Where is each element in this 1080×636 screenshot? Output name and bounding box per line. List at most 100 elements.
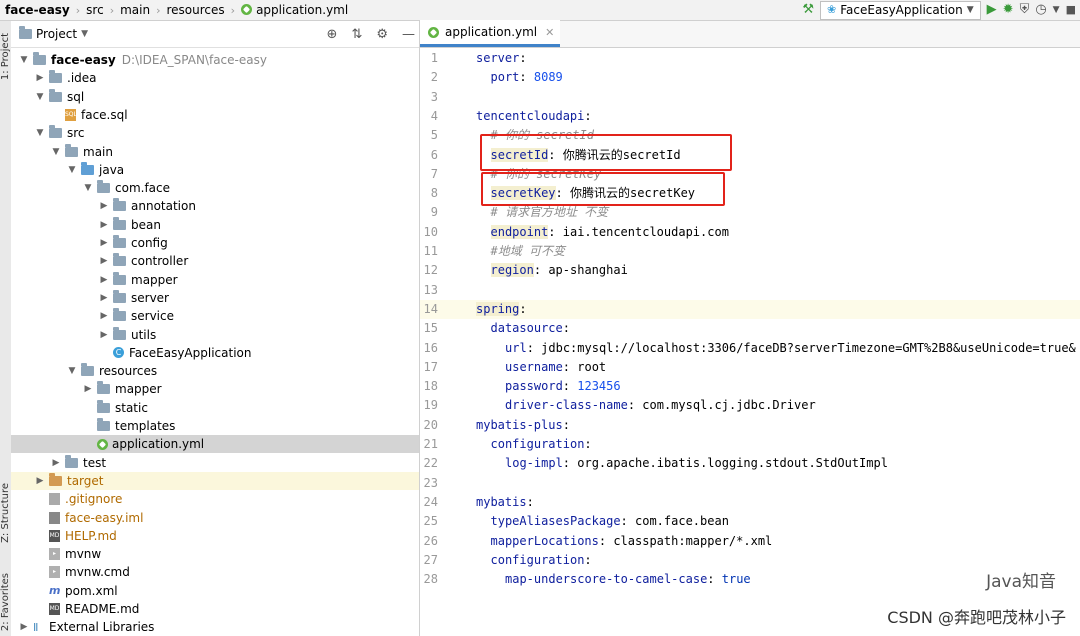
- tree-item[interactable]: m pom.xml: [11, 582, 419, 600]
- chevron-down-icon[interactable]: ▼: [67, 366, 77, 376]
- chevron-right-icon[interactable]: ▶: [99, 330, 109, 340]
- chevron-down-icon[interactable]: ▼: [51, 147, 61, 157]
- locate-target-icon[interactable]: ⊕: [327, 27, 338, 42]
- breadcrumb-item[interactable]: main: [117, 3, 153, 17]
- tree-item[interactable]: ▼ com.face: [11, 179, 419, 197]
- tree-item[interactable]: SQL face.sql: [11, 106, 419, 124]
- code-line[interactable]: 23: [420, 474, 1080, 493]
- tree-item[interactable]: templates: [11, 417, 419, 435]
- code-line[interactable]: 22 log-impl: org.apache.ibatis.logging.st…: [420, 454, 1080, 473]
- tree-item[interactable]: static: [11, 399, 419, 417]
- chevron-right-icon[interactable]: ▶: [99, 256, 109, 266]
- tree-item[interactable]: MD HELP.md: [11, 527, 419, 545]
- chevron-right-icon[interactable]: ▶: [99, 293, 109, 303]
- chevron-down-icon[interactable]: ▼: [67, 165, 77, 175]
- tree-item[interactable]: ▼ src: [11, 124, 419, 142]
- code-line[interactable]: 21 configuration:: [420, 435, 1080, 454]
- tree-item[interactable]: ▶ service: [11, 307, 419, 325]
- code-line[interactable]: 26 mapperLocations: classpath:mapper/*.xm…: [420, 532, 1080, 551]
- tree-item[interactable]: ▶ test: [11, 454, 419, 472]
- gear-icon[interactable]: ⚙: [376, 27, 388, 42]
- tree-item[interactable]: ▶ annotation: [11, 197, 419, 215]
- collapse-all-icon[interactable]: ⇅: [351, 27, 362, 42]
- favorites-side-tab[interactable]: 2: Favorites: [0, 573, 11, 631]
- chevron-right-icon[interactable]: ▶: [99, 238, 109, 248]
- tree-item[interactable]: ▶ controller: [11, 252, 419, 270]
- tree-item[interactable]: ▸ mvnw.cmd: [11, 563, 419, 581]
- build-hammer-icon[interactable]: ⚒: [802, 2, 814, 18]
- close-icon[interactable]: ✕: [545, 26, 554, 39]
- chevron-right-icon[interactable]: ▶: [83, 384, 93, 394]
- tree-item[interactable]: C FaceEasyApplication: [11, 344, 419, 362]
- tree-item[interactable]: ▶ Ⅱ External Libraries: [11, 618, 419, 636]
- code-line[interactable]: 14 spring:: [420, 299, 1080, 319]
- run-icon[interactable]: ▶: [987, 2, 997, 18]
- chevron-down-icon[interactable]: ▼: [19, 55, 29, 65]
- tree-item[interactable]: ▶ mapper: [11, 380, 419, 398]
- tree-item[interactable]: ▶ server: [11, 289, 419, 307]
- code-line[interactable]: 18 password: 123456: [420, 377, 1080, 396]
- code-line[interactable]: 12 region: ap-shanghai: [420, 261, 1080, 280]
- folder-icon: [113, 198, 126, 212]
- code-line[interactable]: 20 mybatis-plus:: [420, 416, 1080, 435]
- coverage-icon[interactable]: ⛨: [1020, 2, 1030, 18]
- code-line[interactable]: 17 username: root: [420, 358, 1080, 377]
- folder-icon: [97, 418, 110, 431]
- chevron-right-icon[interactable]: ▶: [35, 73, 45, 83]
- chevron-right-icon[interactable]: ▶: [99, 275, 109, 285]
- chevron-right-icon[interactable]: ▶: [35, 476, 45, 486]
- chevron-right-icon[interactable]: ▶: [51, 458, 61, 468]
- code-line[interactable]: 13: [420, 281, 1080, 300]
- tree-item[interactable]: ▼ main: [11, 143, 419, 161]
- code-line[interactable]: 16 url: jdbc:mysql://localhost:3306/faceD…: [420, 339, 1080, 358]
- tree-item[interactable]: application.yml: [11, 435, 419, 454]
- chevron-right-icon[interactable]: ▶: [99, 311, 109, 321]
- code-line[interactable]: 10 endpoint: iai.tencentcloudapi.com: [420, 223, 1080, 242]
- tree-item[interactable]: ▸ mvnw: [11, 545, 419, 563]
- tree-item[interactable]: ▶ mapper: [11, 271, 419, 289]
- tree-item[interactable]: face-easy.iml: [11, 509, 419, 527]
- profile-icon[interactable]: ◷: [1035, 2, 1046, 18]
- tab-application-yml[interactable]: application.yml ✕: [420, 20, 561, 47]
- chevron-down-icon[interactable]: ▼: [35, 92, 45, 102]
- tree-item[interactable]: ▶ bean: [11, 216, 419, 234]
- chevron-right-icon[interactable]: ▶: [19, 622, 29, 632]
- code-text: mybatis:: [476, 493, 534, 512]
- code-line[interactable]: 19 driver-class-name: com.mysql.cj.jdbc.D…: [420, 396, 1080, 415]
- code-line[interactable]: 24 mybatis:: [420, 493, 1080, 512]
- tree-item[interactable]: ▶ .idea: [11, 69, 419, 87]
- tree-item[interactable]: ▶ config: [11, 234, 419, 252]
- code-line[interactable]: 1 server:: [420, 49, 1080, 68]
- chevron-down-icon[interactable]: ▼: [83, 183, 93, 193]
- project-side-tab[interactable]: 1: Project: [0, 33, 11, 80]
- structure-side-tab[interactable]: Z: Structure: [0, 483, 11, 543]
- code-line[interactable]: 2 port: 8089: [420, 68, 1080, 87]
- chevron-right-icon[interactable]: ▶: [99, 201, 109, 211]
- chevron-right-icon[interactable]: ▶: [99, 220, 109, 230]
- tree-item[interactable]: ▼ java: [11, 161, 419, 179]
- debug-icon[interactable]: ✹: [1003, 2, 1014, 18]
- tree-item[interactable]: ▼ resources: [11, 362, 419, 380]
- code-line[interactable]: 15 datasource:: [420, 319, 1080, 338]
- breadcrumb-item[interactable]: src: [83, 3, 107, 17]
- code-line[interactable]: 4 tencentcloudapi:: [420, 107, 1080, 126]
- breadcrumb-item[interactable]: application.yml: [238, 3, 351, 17]
- tree-item[interactable]: ▶ utils: [11, 326, 419, 344]
- project-view-selector[interactable]: Project ▼: [11, 26, 88, 41]
- minimize-icon[interactable]: —: [402, 27, 415, 42]
- stop-icon[interactable]: ■: [1066, 2, 1076, 18]
- chevron-down-icon[interactable]: ▼: [35, 128, 45, 138]
- run-config-dropdown[interactable]: ❀ FaceEasyApplication ▼: [820, 0, 981, 20]
- breadcrumb-item[interactable]: face-easy: [2, 3, 73, 17]
- breadcrumb-item[interactable]: resources: [164, 3, 228, 17]
- more-chevron-icon[interactable]: ▼: [1053, 2, 1060, 18]
- code-line[interactable]: 9 # 请求官方地址 不变: [420, 203, 1080, 222]
- tree-item[interactable]: ▼ face-easy D:\IDEA_SPAN\face-easy: [11, 51, 419, 69]
- tree-item[interactable]: ▼ sql: [11, 88, 419, 106]
- code-line[interactable]: 25 typeAliasesPackage: com.face.bean: [420, 512, 1080, 531]
- tree-item[interactable]: .gitignore: [11, 490, 419, 508]
- tree-item[interactable]: MD README.md: [11, 600, 419, 618]
- code-line[interactable]: 11 #地域 可不变: [420, 242, 1080, 261]
- tree-item[interactable]: ▶ target: [11, 471, 419, 490]
- code-line[interactable]: 3: [420, 88, 1080, 107]
